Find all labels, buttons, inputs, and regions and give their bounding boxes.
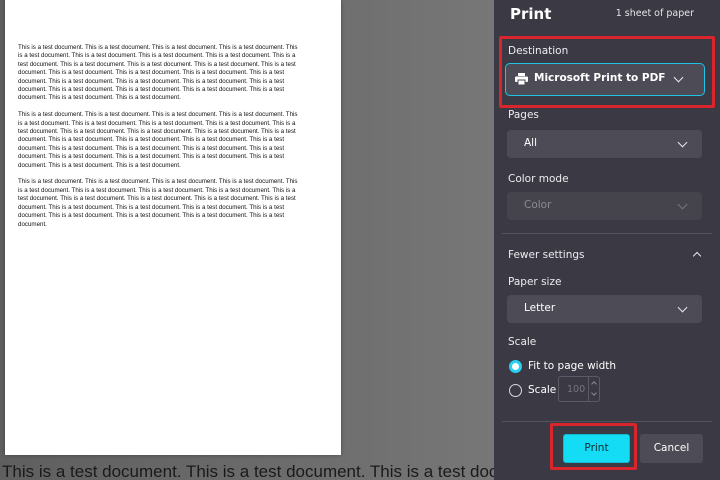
print-settings-panel: Print 1 sheet of paper Destination Micro… [494,0,720,480]
destination-select[interactable]: Microsoft Print to PDF [505,63,705,96]
scale-label: Scale [508,336,537,348]
preview-paragraph: This is a test document. This is a test … [18,178,298,228]
paper-size-select[interactable]: Letter [507,295,702,323]
preview-paragraph: This is a test document. This is a test … [18,44,298,102]
fit-to-page-label[interactable]: Fit to page width [528,360,616,372]
chevron-down-icon [673,72,684,83]
sheet-count: 1 sheet of paper [615,8,694,19]
color-mode-label: Color mode [508,173,569,185]
paper-size-value: Letter [524,302,556,314]
destination-value: Microsoft Print to PDF [534,72,666,84]
panel-title: Print [510,5,552,23]
print-preview-area: This is a test document. This is a test … [0,0,494,480]
destination-label: Destination [508,45,569,57]
preview-page: This is a test document. This is a test … [5,0,341,455]
spin-up-icon[interactable] [591,381,597,387]
printer-icon [515,73,528,85]
panel-header: Print 1 sheet of paper [494,0,720,32]
color-mode-select: Color [507,192,702,220]
fewer-settings-toggle[interactable]: Fewer settings [508,249,585,261]
chevron-down-icon [677,199,688,210]
chevron-down-icon [677,302,688,313]
pages-value: All [524,137,538,149]
scale-spinner[interactable] [588,377,599,401]
preview-page-content: This is a test document. This is a test … [18,44,303,237]
pages-label: Pages [508,109,539,121]
cancel-button[interactable]: Cancel [640,434,703,463]
color-mode-value: Color [524,199,552,211]
custom-scale-label[interactable]: Scale [528,384,556,396]
chevron-down-icon [677,137,688,148]
fit-to-page-radio[interactable] [509,360,522,373]
section-divider [502,233,712,234]
pages-select[interactable]: All [507,130,702,158]
footer-divider [502,421,712,422]
chevron-up-icon[interactable] [692,251,702,261]
spin-down-icon[interactable] [591,390,597,396]
scale-input[interactable]: 100 [558,376,600,402]
paper-size-label: Paper size [508,276,562,288]
preview-paragraph: This is a test document. This is a test … [18,111,298,169]
custom-scale-radio[interactable] [509,384,522,397]
scale-input-value: 100 [567,384,586,395]
print-button[interactable]: Print [563,434,630,463]
